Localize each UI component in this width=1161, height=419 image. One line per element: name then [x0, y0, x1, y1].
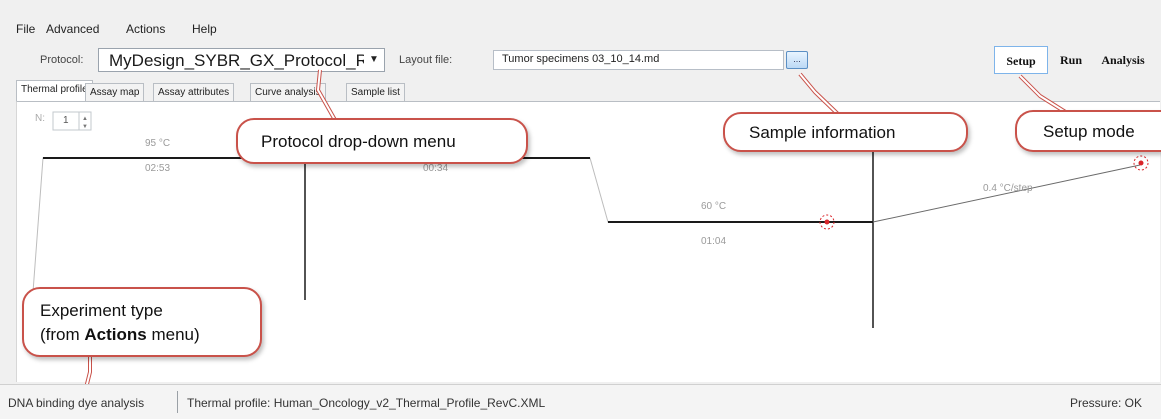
n-value: 1	[63, 115, 69, 126]
protocol-callout-text: Protocol drop-down menu	[261, 132, 456, 151]
pressure-status: Pressure: OK	[1070, 396, 1143, 410]
step3-temp: 60 °C	[701, 201, 727, 212]
step1-time: 02:53	[145, 163, 171, 174]
experiment-callout: Experiment type (from Actions menu)	[22, 287, 262, 357]
marker-icon[interactable]	[1133, 155, 1149, 171]
experiment-type-status: DNA binding dye analysis	[8, 396, 145, 410]
experiment-callout-post: menu)	[146, 325, 200, 344]
sample-callout: Sample information	[723, 112, 968, 152]
step2-time: 00:34	[423, 163, 449, 174]
experiment-callout-line2: (from Actions menu)	[40, 325, 200, 345]
ramp-line	[32, 157, 873, 293]
thermal-profile-status: Thermal profile: Human_Oncology_v2_Therm…	[187, 396, 546, 410]
status-divider	[177, 391, 178, 413]
experiment-callout-line1: Experiment type	[40, 301, 163, 320]
setup-callout-text: Setup mode	[1043, 122, 1135, 141]
n-label: N:	[35, 113, 45, 124]
step1-temp: 95 °C	[145, 138, 171, 149]
step3-time: 01:04	[701, 236, 727, 247]
app-window: File Advanced Actions Help Protocol: MyD…	[0, 0, 1161, 419]
status-bar: DNA binding dye analysis Thermal profile…	[0, 384, 1161, 419]
experiment-callout-bold: Actions	[84, 325, 147, 344]
protocol-callout: Protocol drop-down menu	[236, 118, 528, 164]
ramp-rate-label: 0.4 °C/step	[983, 183, 1033, 194]
spinner-down-icon[interactable]: ▼	[82, 124, 88, 130]
setup-callout: Setup mode	[1015, 110, 1161, 152]
experiment-callout-pre: (from	[40, 325, 85, 344]
sample-callout-text: Sample information	[749, 123, 896, 142]
spinner-up-icon[interactable]: ▲	[82, 116, 88, 122]
